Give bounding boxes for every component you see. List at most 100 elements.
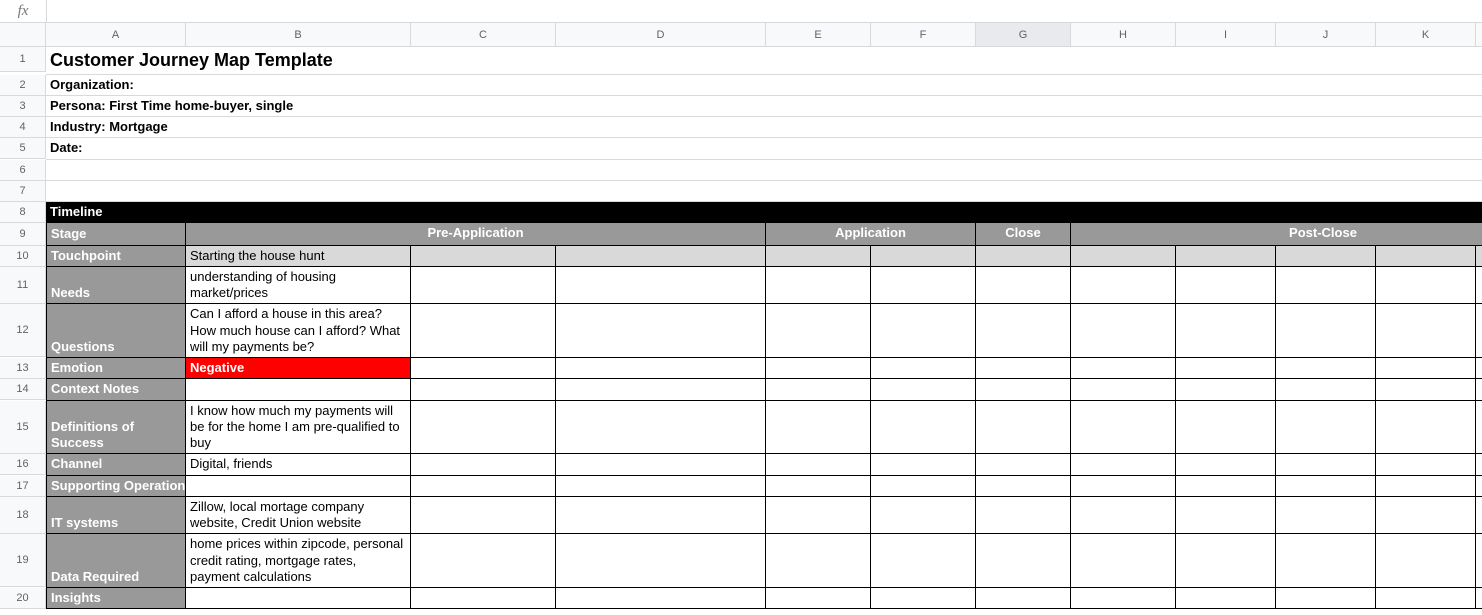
- content-insights[interactable]: [186, 588, 411, 609]
- cell[interactable]: [1276, 304, 1376, 358]
- cell-empty-6[interactable]: [46, 160, 1482, 181]
- cell[interactable]: [976, 454, 1071, 475]
- cell[interactable]: [1476, 476, 1482, 497]
- formula-input[interactable]: [47, 0, 1482, 22]
- cell[interactable]: [871, 379, 976, 400]
- cell[interactable]: [1476, 267, 1482, 305]
- row-header-8[interactable]: 8: [0, 202, 46, 223]
- cell[interactable]: [411, 401, 556, 455]
- cell[interactable]: [1176, 304, 1276, 358]
- row-header-2[interactable]: 2: [0, 75, 46, 96]
- col-header-G[interactable]: G: [976, 23, 1071, 47]
- content-datareq[interactable]: home prices within zipcode, personal cre…: [186, 534, 411, 588]
- row-header-3[interactable]: 3: [0, 96, 46, 117]
- cell[interactable]: [556, 588, 766, 609]
- cell[interactable]: [871, 246, 976, 267]
- cell[interactable]: [1476, 358, 1482, 379]
- cell-organization[interactable]: Organization:: [46, 75, 1482, 96]
- label-questions[interactable]: Questions: [46, 304, 186, 358]
- cell[interactable]: [1176, 401, 1276, 455]
- cell[interactable]: [976, 379, 1071, 400]
- col-header-L[interactable]: L: [1476, 23, 1482, 47]
- cell[interactable]: [976, 358, 1071, 379]
- cell[interactable]: [766, 358, 871, 379]
- cell-stage-preapp[interactable]: Pre-Application: [186, 223, 766, 246]
- cell[interactable]: [1276, 246, 1376, 267]
- cell[interactable]: [766, 304, 871, 358]
- cell[interactable]: [1176, 267, 1276, 305]
- cell[interactable]: [1376, 454, 1476, 475]
- cell[interactable]: [556, 379, 766, 400]
- cell[interactable]: [411, 476, 556, 497]
- cell[interactable]: [871, 534, 976, 588]
- cell[interactable]: [766, 588, 871, 609]
- cell[interactable]: [1476, 588, 1482, 609]
- cell[interactable]: [1176, 358, 1276, 379]
- cell[interactable]: [1276, 454, 1376, 475]
- row-header-20[interactable]: 20: [0, 588, 46, 609]
- row-header-16[interactable]: 16: [0, 454, 46, 475]
- cell[interactable]: [766, 454, 871, 475]
- cell[interactable]: [1071, 588, 1176, 609]
- cell[interactable]: [411, 379, 556, 400]
- cell[interactable]: [556, 267, 766, 305]
- row-header-14[interactable]: 14: [0, 379, 46, 400]
- cell[interactable]: [871, 401, 976, 455]
- cell[interactable]: [411, 246, 556, 267]
- row-header-9[interactable]: 9: [0, 223, 46, 246]
- cell[interactable]: [1276, 588, 1376, 609]
- cell[interactable]: [1376, 476, 1476, 497]
- col-header-I[interactable]: I: [1176, 23, 1276, 47]
- cell-empty-7[interactable]: [46, 181, 1482, 202]
- cell-stage-app[interactable]: Application: [766, 223, 976, 246]
- cell[interactable]: [411, 358, 556, 379]
- cell[interactable]: [1176, 497, 1276, 535]
- content-touchpoint[interactable]: Starting the house hunt: [186, 246, 411, 267]
- cell[interactable]: [1176, 379, 1276, 400]
- cell[interactable]: [411, 267, 556, 305]
- cell[interactable]: [1476, 454, 1482, 475]
- content-needs[interactable]: understanding of housing market/prices: [186, 267, 411, 305]
- row-header-13[interactable]: 13: [0, 358, 46, 379]
- cell[interactable]: [556, 246, 766, 267]
- cell-stage-post[interactable]: Post-Close: [1071, 223, 1482, 246]
- cell[interactable]: [976, 304, 1071, 358]
- cell[interactable]: [411, 588, 556, 609]
- cell[interactable]: [1376, 497, 1476, 535]
- cell[interactable]: [1376, 358, 1476, 379]
- cell-title[interactable]: Customer Journey Map Template: [46, 47, 1482, 75]
- cell[interactable]: [1476, 534, 1482, 588]
- cell[interactable]: [1276, 497, 1376, 535]
- content-channel[interactable]: Digital, friends: [186, 454, 411, 475]
- cell[interactable]: [766, 476, 871, 497]
- row-header-5[interactable]: 5: [0, 138, 46, 159]
- cell-stage-label[interactable]: Stage: [46, 223, 186, 246]
- col-header-A[interactable]: A: [46, 23, 186, 47]
- cell[interactable]: [1376, 267, 1476, 305]
- row-header-18[interactable]: 18: [0, 497, 46, 534]
- cell[interactable]: [556, 476, 766, 497]
- content-emotion[interactable]: Negative: [186, 358, 411, 379]
- label-supops[interactable]: Supporting Operations: [46, 476, 186, 497]
- cell[interactable]: [871, 476, 976, 497]
- content-context[interactable]: [186, 379, 411, 400]
- cell[interactable]: [976, 246, 1071, 267]
- cell[interactable]: [871, 454, 976, 475]
- cell-date[interactable]: Date:: [46, 138, 1482, 159]
- col-header-K[interactable]: K: [1376, 23, 1476, 47]
- row-header-10[interactable]: 10: [0, 246, 46, 267]
- cell[interactable]: [871, 358, 976, 379]
- row-header-11[interactable]: 11: [0, 267, 46, 304]
- cell[interactable]: [1176, 534, 1276, 588]
- cell[interactable]: [976, 588, 1071, 609]
- col-header-J[interactable]: J: [1276, 23, 1376, 47]
- cell[interactable]: [871, 304, 976, 358]
- col-header-F[interactable]: F: [871, 23, 976, 47]
- cell[interactable]: [1071, 534, 1176, 588]
- cell[interactable]: [1071, 267, 1176, 305]
- cell[interactable]: [1071, 454, 1176, 475]
- cell[interactable]: [871, 267, 976, 305]
- label-defsuccess[interactable]: Definitions of Success: [46, 401, 186, 455]
- cell[interactable]: [1376, 379, 1476, 400]
- cell[interactable]: [871, 497, 976, 535]
